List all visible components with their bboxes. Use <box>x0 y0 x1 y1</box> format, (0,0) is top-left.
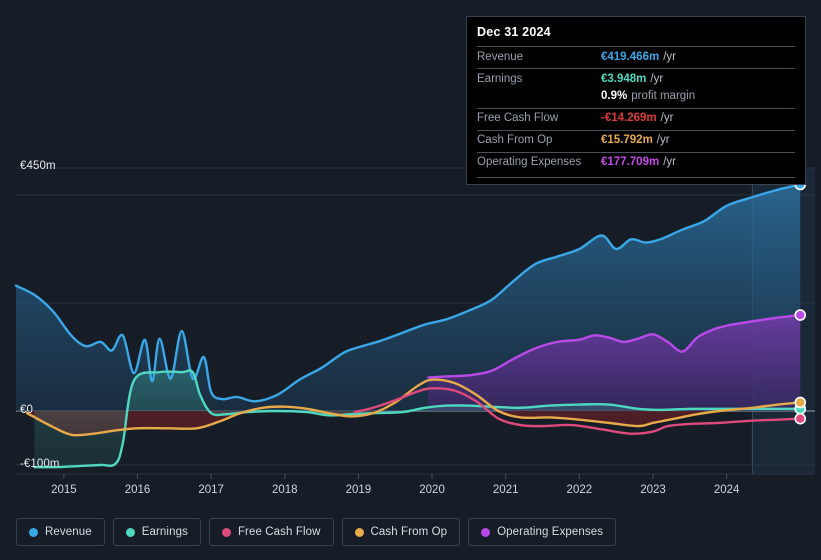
legend-item-revenue[interactable]: Revenue <box>16 518 105 546</box>
tooltip-row-value-group: €3.948m/yr <box>601 73 663 85</box>
legend-item-label: Free Cash Flow <box>237 526 321 538</box>
tooltip-row-unit: /yr <box>663 156 676 168</box>
legend-color-dot-icon <box>354 527 364 537</box>
tooltip-row: Revenue €419.466m/yr <box>477 46 795 68</box>
tooltip-footer-rule <box>477 177 795 178</box>
legend-item-free-cash-flow[interactable]: Free Cash Flow <box>208 518 334 546</box>
tooltip-row-unit: /yr <box>660 112 674 124</box>
tooltip-row: Free Cash Flow -€14.269m/yr <box>477 107 795 130</box>
legend-color-dot-icon <box>29 527 38 537</box>
tooltip-row: Operating Expenses €177.709m/yr <box>477 151 795 174</box>
tooltip-row: Earnings €3.948m/yr <box>477 68 795 90</box>
hover-tooltip: Dec 31 2024 Revenue €419.466m/yr Earnings €… <box>466 16 806 185</box>
tooltip-row-value: €177.709m <box>601 156 660 168</box>
legend-item-label: Revenue <box>45 526 92 538</box>
tooltip-row-value: €3.948m <box>601 72 647 85</box>
legend-color-dot-icon <box>221 527 231 537</box>
tooltip-row-value-group: 0.9% profit margin <box>601 90 695 102</box>
tooltip-row-unit: /yr <box>656 134 670 146</box>
tooltip-row-value-group: €419.466m/yr <box>601 51 676 63</box>
legend-item-label: Operating Expenses <box>497 526 604 538</box>
tooltip-row-value-group: €15.792m/yr <box>601 134 670 146</box>
tooltip-row-label: Cash From Op <box>477 134 553 146</box>
tooltip-row-label: Free Cash Flow <box>477 112 559 124</box>
tooltip-row-value: 0.9% <box>601 90 628 102</box>
endpoint-marker-operating-expenses <box>794 309 807 321</box>
legend-item-operating-expenses[interactable]: Operating Expenses <box>468 518 617 546</box>
chart-legend: Revenue Earnings Free Cash Flow Cash From O… <box>16 518 617 546</box>
tooltip-row-label: Operating Expenses <box>477 156 582 168</box>
legend-item-label: Cash From Op <box>370 526 448 538</box>
tooltip-row-unit: /yr <box>663 50 676 63</box>
tooltip-row: 0.9% profit margin <box>477 90 795 108</box>
tooltip-row-value: -€14.269m <box>601 112 657 124</box>
tooltip-row-label: Revenue <box>477 50 524 63</box>
tooltip-row-label: Earnings <box>477 72 523 85</box>
tooltip-row: Cash From Op €15.792m/yr <box>477 129 795 152</box>
tooltip-row-unit: /yr <box>650 72 664 85</box>
endpoint-marker-free-cash-flow <box>794 412 807 425</box>
legend-item-cash-from-op[interactable]: Cash From Op <box>341 518 461 546</box>
legend-item-earnings[interactable]: Earnings <box>112 518 201 546</box>
tooltip-row-value-group: -€14.269m/yr <box>601 112 673 124</box>
tooltip-row-subtext: profit margin <box>631 90 696 102</box>
legend-item-label: Earnings <box>141 526 188 538</box>
tooltip-row-value-group: €177.709m/yr <box>601 156 676 168</box>
tooltip-row-value: €15.792m <box>601 134 653 146</box>
endpoint-marker-cash-from-op <box>794 396 807 409</box>
legend-color-dot-icon <box>125 527 135 537</box>
legend-color-dot-icon <box>481 527 491 537</box>
tooltip-rows: Revenue €419.466m/yr Earnings €3.948m/yr 0.9… <box>477 46 795 174</box>
tooltip-row-value: €419.466m <box>601 50 660 63</box>
tooltip-date: Dec 31 2024 <box>477 25 551 39</box>
